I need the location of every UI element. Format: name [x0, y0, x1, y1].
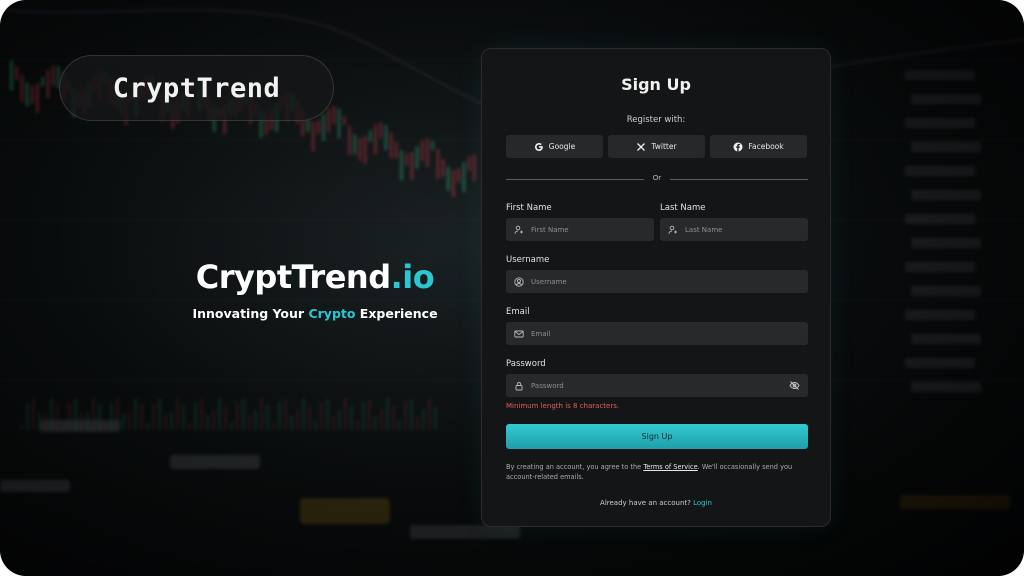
facebook-button[interactable]: Facebook — [710, 135, 807, 158]
add-user-icon — [668, 225, 678, 235]
x-icon — [636, 142, 646, 152]
google-button[interactable]: Google — [506, 135, 603, 158]
google-label: Google — [548, 142, 576, 151]
login-prompt: Already have an account? Login — [482, 499, 830, 507]
brand-block: CryptTrend.io Innovating Your Crypto Exp… — [170, 258, 460, 321]
divider-line-right — [670, 179, 808, 180]
register-with-label: Register with: — [626, 115, 686, 125]
password-field[interactable] — [506, 374, 808, 397]
signup-title: Sign Up — [621, 75, 691, 94]
last-name-label: Last Name — [660, 203, 706, 213]
signup-button[interactable]: Sign Up — [506, 424, 808, 449]
username-label: Username — [506, 255, 550, 265]
first-name-field[interactable] — [506, 218, 654, 241]
email-input[interactable] — [531, 329, 808, 338]
terms-start: By creating an account, you agree to the — [506, 463, 644, 471]
google-icon — [534, 142, 544, 152]
tagline-accent: Crypto — [308, 306, 356, 321]
email-field[interactable] — [506, 322, 808, 345]
logo-text: CryptTrend — [112, 72, 281, 104]
divider-text: Or — [652, 174, 662, 182]
brand-name: CryptTrend.io — [170, 258, 460, 296]
username-field[interactable] — [506, 270, 808, 293]
app-frame: CryptTrend CryptTrend.io Innovating Your… — [0, 0, 1024, 576]
tagline: Innovating Your Crypto Experience — [170, 306, 460, 321]
terms-of-service-link[interactable]: Terms of Service — [643, 463, 697, 471]
last-name-input[interactable] — [685, 225, 808, 234]
last-name-field[interactable] — [660, 218, 808, 241]
signup-card: Sign Up Register with: Google Twitter Fa… — [481, 48, 831, 527]
brand-name-main: CryptTrend — [195, 258, 391, 296]
social-buttons: Google Twitter Facebook — [506, 135, 808, 158]
twitter-label: Twitter — [651, 142, 677, 151]
lock-icon — [514, 381, 524, 391]
username-input[interactable] — [531, 277, 808, 286]
facebook-icon — [733, 142, 743, 152]
facebook-label: Facebook — [748, 142, 784, 151]
eye-off-icon[interactable] — [789, 380, 800, 391]
password-label: Password — [506, 359, 546, 369]
brand-name-tld: .io — [390, 258, 435, 296]
tagline-end: Experience — [355, 306, 438, 321]
terms-text: By creating an account, you agree to the… — [506, 462, 811, 482]
password-input[interactable] — [531, 381, 808, 390]
first-name-label: First Name — [506, 203, 552, 213]
email-label: Email — [506, 307, 530, 317]
login-link[interactable]: Login — [693, 499, 712, 507]
or-divider: Or — [506, 174, 808, 184]
add-user-icon — [514, 225, 524, 235]
password-error: Minimum length is 8 characters. — [506, 402, 620, 410]
user-circle-icon — [514, 276, 524, 287]
first-name-input[interactable] — [531, 225, 654, 234]
mail-icon — [514, 329, 524, 339]
twitter-button[interactable]: Twitter — [608, 135, 705, 158]
tagline-start: Innovating Your — [192, 306, 309, 321]
login-prompt-text: Already have an account? — [600, 499, 694, 507]
logo-pill: CryptTrend — [59, 55, 334, 121]
